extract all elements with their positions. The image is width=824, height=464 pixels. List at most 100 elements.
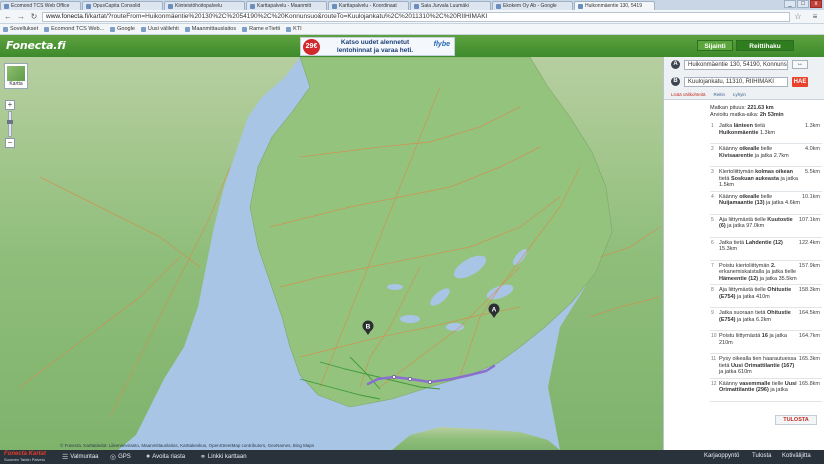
landmass-sweden (0, 57, 300, 450)
link-icon: ⚭ (200, 454, 206, 461)
step-distance: 165.8km (798, 380, 820, 387)
ad-text: Katso uudet alennetut lentohinnat ja var… (336, 39, 414, 54)
browser-tab[interactable]: Karttapalvelu - Koordinaat (328, 1, 409, 10)
zoom-in-button[interactable]: + (5, 100, 15, 110)
footer-location-button[interactable]: ● Avoita riasta (146, 453, 185, 460)
route-step[interactable]: 2 Käänny oikealle tielle Kivisaarentie ja… (710, 144, 822, 167)
step-text-pre: Käänny (719, 193, 740, 200)
step-text-pre: Jatka tietä (719, 239, 746, 246)
zoom-out-button[interactable]: − (5, 138, 15, 148)
landmass-estonia (392, 427, 560, 450)
map-attribution: © Fonecta. Karttatiedot: Liikennevirasto… (60, 443, 315, 448)
step-text-bold: vasemmalle (739, 380, 771, 387)
bookmark-item[interactable]: Maanmittauslaitos (184, 26, 236, 32)
bookmark-item[interactable]: Sovellukset (3, 26, 38, 32)
zoom-slider[interactable] (7, 111, 13, 137)
step-text-pre: Jatka (719, 123, 734, 129)
fonecta-logo[interactable]: Fonecta.fi (6, 39, 66, 52)
bookmark-item[interactable]: Uusi välilehti (140, 26, 179, 32)
step-text-bold: 2. (770, 262, 776, 269)
maximize-button[interactable]: □ (797, 0, 809, 8)
route-step[interactable]: 6 Jatka tietä Lahdentie (12) 15.3km 122.4k… (710, 238, 822, 261)
step-number: 5 (711, 216, 714, 223)
gps-icon: ◎ (110, 454, 117, 461)
forward-arrow-icon[interactable]: → (16, 12, 26, 22)
minimize-button[interactable]: _ (784, 0, 796, 8)
route-step[interactable]: 8 Aja liittymästä tielle Ohitustie (E754)… (710, 285, 822, 308)
reload-icon[interactable]: ↻ (29, 12, 39, 22)
browser-tab[interactable]: Karttapalvelu - Maanmitt (246, 1, 327, 10)
step-text-pre: Jatka suoraan tietä (719, 310, 768, 316)
step-distance: 164.7km (798, 333, 820, 339)
step-text-bold: Nuijamaantie (13) (719, 200, 765, 206)
url-host: www.fonecta.fi (46, 12, 88, 20)
route-duration: 2h 53min (759, 111, 784, 118)
footer-item-karjaoppynto[interactable]: Karjaoppyntö (704, 453, 739, 459)
route-option-shortest[interactable]: Lyhyin (733, 92, 746, 97)
swap-route-button[interactable]: ↔ (792, 60, 808, 69)
step-text-pre: Poistu liittymästä (719, 333, 762, 339)
route-step[interactable]: 11 Pysy oikealla tien haarautuessa tietä … (710, 354, 822, 379)
bookmark-item[interactable]: Rame eTietti (242, 26, 280, 32)
step-text-pre: Aja liittymästä tielle (719, 216, 768, 223)
step-distance: 158.3km (798, 287, 820, 293)
footer-item-tulosta[interactable]: Tulosta (752, 453, 771, 459)
step-number: 4 (711, 193, 714, 200)
bookmark-item[interactable]: Google (110, 26, 135, 32)
step-distance: 4.0km (805, 146, 820, 152)
step-text-pre: Käänny (719, 146, 740, 152)
route-from-input[interactable]: Huikonmäentie 130, 54190, Konnunsuo (684, 60, 788, 70)
search-route-button[interactable]: HAE (792, 77, 808, 87)
tab-reittihaku[interactable]: Reittihaku (736, 40, 794, 51)
step-text-bold: Uusi Orimattilantie (167) (730, 362, 795, 369)
start-pin-icon: A (671, 60, 680, 69)
footer-menu-button[interactable]: ☰ Valmuntaa (62, 453, 99, 461)
star-icon[interactable]: ☆ (793, 12, 803, 22)
route-step[interactable]: 4 Käänny oikealle tielle Nuijamaantie (13… (710, 192, 822, 215)
footer-link-button[interactable]: ⚭ Linkki karttaan (200, 453, 247, 461)
route-step[interactable]: 10 Poistu liittymästä 16 ja jatka 210m 164… (710, 331, 822, 354)
step-text-pre: Käänny (719, 380, 740, 387)
step-number: 6 (711, 239, 714, 246)
browser-tab[interactable]: OpusCapita Consolid (82, 1, 163, 10)
step-distance: 5.5km (805, 169, 820, 175)
bookmark-item[interactable]: KTI (286, 26, 302, 32)
print-button[interactable]: TULOSTA (775, 415, 817, 425)
route-step[interactable]: 3 Kiertoliittymän kolmas oikean tietä Sos… (710, 167, 822, 192)
browser-menu-icon[interactable]: ≡ (810, 12, 820, 22)
marker-a-label: A (492, 307, 497, 314)
url-input[interactable]: www.fonecta.fi/kartat/?routeFrom=Huikonm… (42, 11, 790, 22)
footer-logo[interactable]: Fonecta Kartat Suomen Tarkin Palvelu (4, 451, 46, 462)
route-step[interactable]: 1 Jatka länteen tietä Huikonmäentie 1.3km… (710, 121, 822, 144)
route-step[interactable]: 5 Aja liittymästä tielle Kuutostie (6) ja… (710, 215, 822, 238)
route-to-input[interactable]: Kuulojankatu, 11310, RIIHIMÄKI (684, 77, 788, 87)
step-distance: 1.3km (805, 123, 820, 129)
flight-advert[interactable]: 29€ Katso uudet alennetut lentohinnat ja… (300, 37, 455, 56)
map-type-label: Kartta (9, 81, 23, 87)
browser-tab-active[interactable]: Huikonmäentie 130, 5419 (574, 1, 655, 10)
back-arrow-icon[interactable]: ← (3, 12, 13, 22)
browser-tab[interactable]: Ecomond TCS Web Office (0, 1, 81, 10)
route-step[interactable]: 9 Jatka suoraan tietä Ohitustie (E754) ja… (710, 308, 822, 331)
footer-item-kotivalijitta[interactable]: Kotivälijitta (782, 453, 811, 459)
step-text-bold: Huikonmäentie (719, 129, 759, 136)
step-distance: 164.5km (798, 310, 820, 316)
map-thumbnail (7, 66, 25, 81)
close-window-button[interactable]: x (810, 0, 822, 8)
add-waypoint-link[interactable]: Lisää välikohteitä (671, 92, 706, 97)
bookmark-item[interactable]: Ecomond TCS Web... (44, 26, 104, 32)
route-step[interactable]: 7 Poistu kiertoliittymän 2. erkanemiskais… (710, 261, 822, 285)
footer-gps-button[interactable]: ◎ GPS (110, 453, 131, 461)
step-text-mid: tietä (719, 175, 731, 182)
step-distance: 157.9km (798, 262, 820, 269)
zoom-slider-knob[interactable] (7, 120, 13, 124)
route-step[interactable]: 12 Käänny vasemmalle tielle Uusi Orimatti… (710, 379, 822, 402)
map-type-switcher[interactable]: Kartta (4, 63, 28, 89)
route-option-fastest[interactable]: Reitin (714, 92, 726, 97)
browser-tab[interactable]: Saia Jurvala Luumäki (410, 1, 491, 10)
step-number: 1 (711, 123, 714, 129)
tab-sijainti[interactable]: Sijainti (697, 40, 733, 51)
browser-tab[interactable]: Ekokem Oy Ab - Google (492, 1, 573, 10)
browser-tab[interactable]: Kiinteistöhoitopalvelu (164, 1, 245, 10)
step-text-mid: erkanemiskaistalla ja jatka tielle (719, 269, 797, 275)
